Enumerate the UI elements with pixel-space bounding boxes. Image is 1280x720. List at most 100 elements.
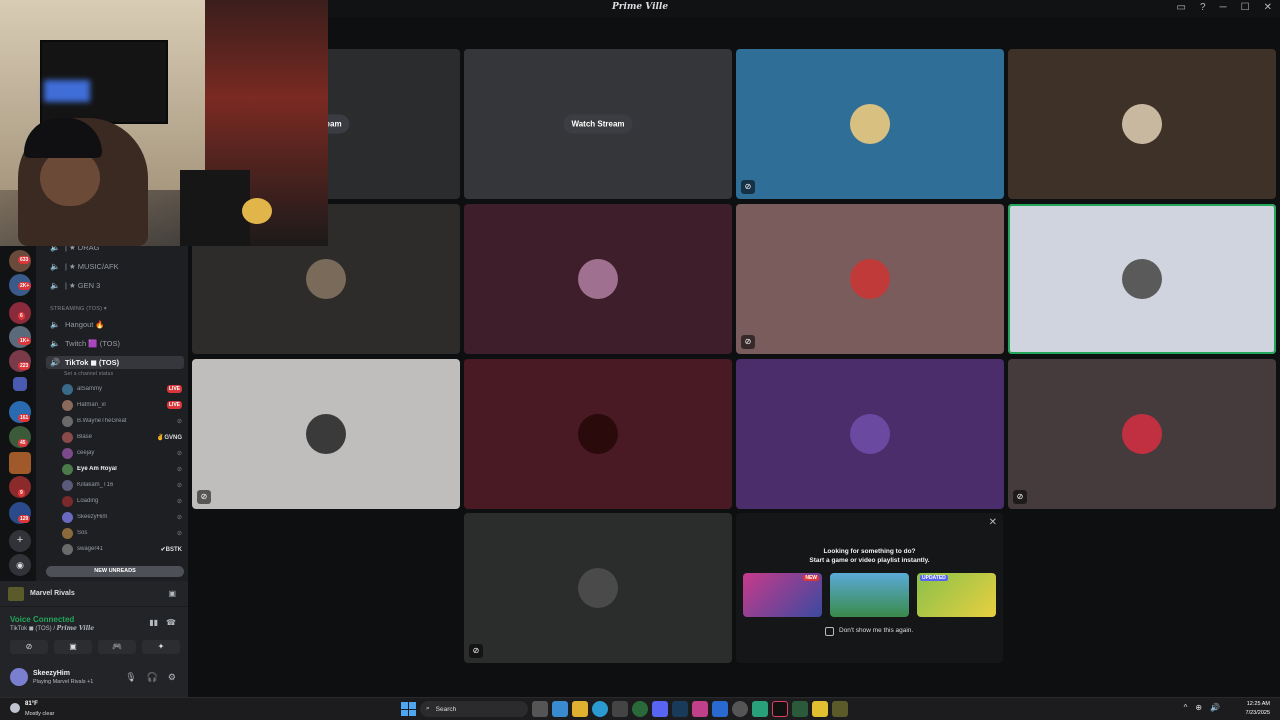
voice-member[interactable]: Loading ⊘ (62, 494, 182, 508)
obs-icon[interactable] (732, 701, 748, 717)
voice-member[interactable]: Hatman_xl LIVE (62, 398, 182, 412)
participant-tile[interactable]: ⊘ (736, 49, 1004, 199)
category-streaming[interactable]: STREAMING (TOS) ▾ (50, 306, 107, 312)
voice-member[interactable]: Sos ⊘ (62, 526, 182, 540)
participant-tile[interactable] (1008, 204, 1276, 354)
add-server-icon[interactable]: + (9, 530, 31, 552)
steam-icon[interactable] (672, 701, 688, 717)
activity-card[interactable]: NEW (743, 573, 822, 617)
soundboard-button[interactable]: ✦ (142, 640, 180, 654)
activity-card[interactable] (830, 573, 909, 617)
mention-badge: 633 (18, 256, 31, 264)
voice-channel-path[interactable]: TikTok ◼ (TOS) / Prime Ville (10, 625, 94, 632)
minimize-button[interactable]: ─ (1220, 2, 1227, 13)
dont-show-checkbox[interactable] (825, 627, 834, 636)
voice-channel-tiktok[interactable]: 🔊 TikTok ◼ (TOS) (46, 356, 184, 369)
voice-member[interactable]: alSammy LIVE (62, 382, 182, 396)
avatar (578, 568, 618, 608)
voice-channel-hangout[interactable]: 🔈 Hangout 🔥 (50, 320, 105, 329)
chevron-up-icon[interactable]: ^ (1184, 703, 1188, 712)
server-icon[interactable] (9, 452, 31, 474)
voice-member[interactable]: ceejay ⊘ (62, 446, 182, 460)
participant-tile[interactable] (736, 359, 1004, 509)
voice-channel-gen3[interactable]: 🔈 | ★ GEN 3 (50, 281, 100, 290)
mention-badge: 161 (18, 414, 31, 422)
chatgpt-icon[interactable] (632, 701, 648, 717)
mic-muted-icon: ⊘ (469, 644, 483, 658)
sticky-notes-icon[interactable] (812, 701, 828, 717)
participant-tile[interactable] (464, 204, 732, 354)
marvel-rivals-icon[interactable] (832, 701, 848, 717)
instagram-icon[interactable] (692, 701, 708, 717)
activity-card[interactable]: UPDATED (917, 573, 996, 617)
noise-suppression-icon[interactable]: ▮▮ (149, 618, 158, 627)
voice-member[interactable]: Blasé ✌GVNG (62, 430, 182, 444)
file-explorer-icon[interactable] (572, 701, 588, 717)
search-box[interactable]: ⌕ Search (420, 701, 528, 717)
stream-tile[interactable]: Watch Stream (464, 49, 732, 199)
volume-icon[interactable]: 🔊 (1210, 703, 1220, 712)
live-badge: LIVE (166, 401, 182, 409)
activity-bar[interactable]: Marvel Rivals ▣ (0, 581, 188, 607)
mic-muted-icon: ⊘ (176, 450, 182, 457)
camera-off-button[interactable]: ⊘ (10, 640, 48, 654)
mic-icon[interactable]: 🎙 (125, 672, 136, 683)
participant-tile[interactable]: ⊘ (464, 513, 732, 663)
mic-muted-icon: ⊘ (741, 335, 755, 349)
participant-tile[interactable]: ⊘ (736, 204, 1004, 354)
task-view-icon[interactable] (532, 701, 548, 717)
discord-icon[interactable] (652, 701, 668, 717)
moon-icon (10, 703, 20, 713)
help-icon[interactable]: ? (1200, 2, 1206, 13)
avatar (62, 415, 73, 427)
member-name: swager41 (77, 546, 104, 552)
watch-stream-button[interactable]: Watch Stream (563, 114, 633, 134)
voice-member[interactable]: Eye Am Royal ⊘ (62, 462, 182, 476)
edge-icon[interactable] (592, 701, 608, 717)
voice-channel-twitch[interactable]: 🔈 Twitch 🟪 (TOS) (50, 339, 120, 348)
tiktok-icon[interactable] (772, 701, 788, 717)
participant-tile[interactable] (1008, 49, 1276, 199)
search-icon: ⌕ (426, 705, 430, 712)
voice-member[interactable]: SkeezyHim ⊘ (62, 510, 182, 524)
new-unreads-button[interactable]: NEW UNREADS (46, 566, 184, 577)
inbox-icon[interactable]: ▭ (1177, 2, 1186, 13)
app-icon[interactable] (712, 701, 728, 717)
participant-tile[interactable]: ⊘ (192, 359, 460, 509)
voice-member[interactable]: swager41 ✔BSTK (62, 542, 182, 556)
disconnect-icon[interactable]: ☎ (166, 618, 176, 627)
screen-share-button[interactable]: ▣ (54, 640, 92, 654)
close-icon[interactable]: ✕ (989, 517, 997, 528)
discover-icon[interactable]: ◉ (9, 554, 31, 576)
voice-member[interactable]: Killakam_T16 ⊘ (62, 478, 182, 492)
activities-button[interactable]: 🎮 (98, 640, 136, 654)
member-name: Killakam_T16 (77, 482, 114, 488)
excel-icon[interactable] (792, 701, 808, 717)
mic-muted-icon: ⊘ (176, 498, 182, 505)
copilot-icon[interactable] (552, 701, 568, 717)
network-icon[interactable]: ⊕ (1195, 703, 1202, 712)
voice-action-buttons: ⊘ ▣ 🎮 ✦ (10, 640, 180, 654)
clock[interactable]: 12:25 AM 7/23/2025 (1246, 700, 1270, 718)
member-tag: ✔BSTK (160, 546, 182, 553)
headphones-icon[interactable]: 🎧 (147, 672, 158, 683)
voice-member[interactable]: B.WayneTheGreat ⊘ (62, 414, 182, 428)
store-icon[interactable] (612, 701, 628, 717)
avatar (62, 399, 73, 411)
channel-status[interactable]: Set a channel status (64, 371, 113, 377)
voice-status[interactable]: Voice Connected (10, 615, 74, 624)
start-icon[interactable] (400, 701, 416, 717)
mention-badge: 9 (18, 489, 25, 497)
folder-icon[interactable] (13, 377, 27, 391)
avatar[interactable] (10, 668, 28, 686)
voice-channel-music-afk[interactable]: 🔈 | ★ MUSIC/AFK (50, 262, 119, 271)
mention-badge: 45 (18, 439, 28, 447)
participant-tile[interactable] (464, 359, 732, 509)
participant-tile[interactable]: ⊘ (1008, 359, 1276, 509)
speaker-icon: 🔈 (50, 281, 60, 290)
settings-gear-icon[interactable]: ⚙ (168, 672, 176, 683)
app-icon[interactable] (752, 701, 768, 717)
activity-icon[interactable]: ▣ (168, 589, 176, 598)
close-window-button[interactable]: ✕ (1264, 2, 1272, 13)
maximize-button[interactable]: ☐ (1241, 2, 1250, 13)
